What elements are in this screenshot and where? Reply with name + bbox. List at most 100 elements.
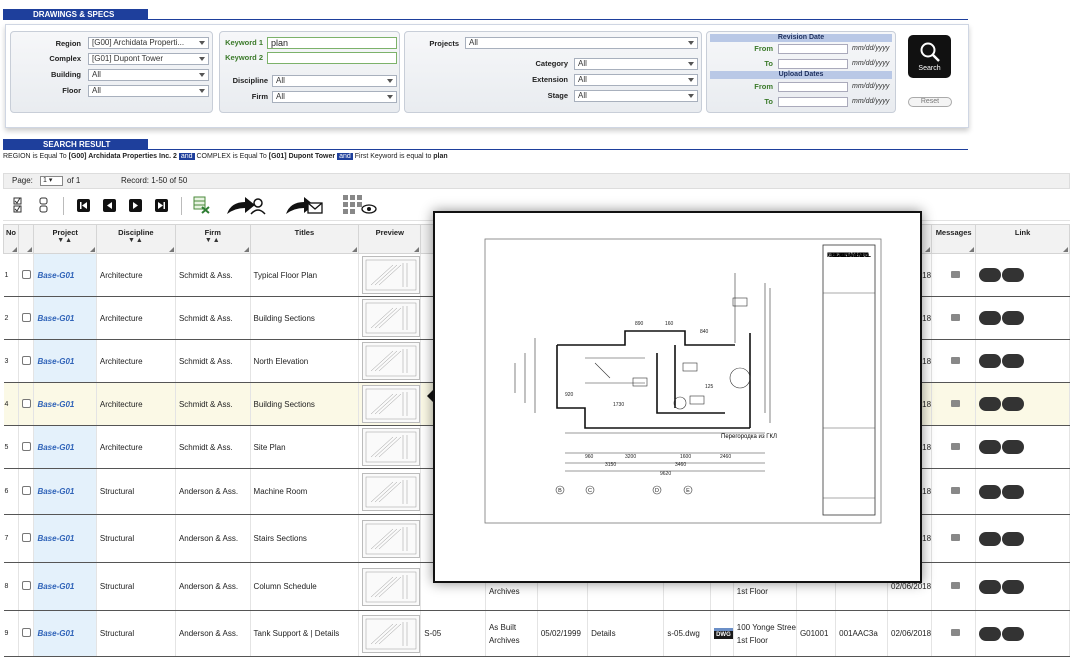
col-firm[interactable]: Firm ▼▲ <box>174 224 251 254</box>
projects-select[interactable]: All <box>465 37 698 49</box>
revision-from-input[interactable] <box>778 44 848 54</box>
project-link[interactable]: Base-G01 <box>33 610 97 657</box>
title-cell: Site Plan <box>250 425 360 469</box>
reset-button[interactable]: Reset <box>908 97 952 107</box>
project-link[interactable]: Base-G01 <box>33 253 97 297</box>
link-buttons[interactable] <box>975 468 1070 515</box>
check-all-icon[interactable] <box>13 197 23 213</box>
preview-thumbnail[interactable] <box>358 339 422 383</box>
project-link[interactable]: Base-G01 <box>33 425 97 469</box>
upload-date-cell: 02/06/2018 <box>887 610 933 657</box>
preview-thumbnail[interactable] <box>358 296 422 340</box>
col-project[interactable]: Project ▼▲ <box>33 224 97 254</box>
message-icon[interactable] <box>931 468 977 515</box>
page-label: Page: <box>12 176 33 185</box>
link-buttons[interactable] <box>975 382 1070 426</box>
chevron-down-icon <box>199 89 205 93</box>
col-titles[interactable]: Titles <box>249 224 360 254</box>
link-buttons[interactable] <box>975 562 1070 611</box>
building-select[interactable]: All <box>88 69 209 81</box>
message-icon[interactable] <box>931 339 977 383</box>
row-checkbox[interactable] <box>18 562 35 611</box>
next-page-icon[interactable] <box>129 199 142 212</box>
firm-cell: Anderson & Ass. <box>175 468 251 515</box>
link-buttons[interactable] <box>975 339 1070 383</box>
last-page-icon[interactable] <box>155 199 168 212</box>
row-checkbox[interactable] <box>18 296 35 340</box>
message-icon[interactable] <box>931 296 977 340</box>
previous-page-icon[interactable] <box>103 199 116 212</box>
dwg-file-icon[interactable]: DWG <box>710 610 734 657</box>
page-select[interactable]: 1 ▾ <box>40 176 63 186</box>
message-icon[interactable] <box>931 253 977 297</box>
keyword1-input[interactable]: plan <box>267 37 397 49</box>
row-checkbox[interactable] <box>18 382 35 426</box>
chevron-down-icon <box>688 94 694 98</box>
upload-to-input[interactable] <box>778 97 848 107</box>
pager-bar: Page: 1 ▾ of 1 Record: 1-50 of 50 <box>3 173 1070 189</box>
col-preview[interactable]: Preview <box>358 224 422 254</box>
share-users-icon[interactable] <box>225 194 267 216</box>
row-checkbox[interactable] <box>18 610 35 657</box>
export-excel-icon[interactable] <box>193 196 211 214</box>
preview-thumbnail[interactable] <box>358 253 422 297</box>
link-buttons[interactable] <box>975 610 1070 657</box>
preview-thumbnail[interactable] <box>358 514 422 563</box>
category-select[interactable]: All <box>574 58 698 70</box>
upload-from-input[interactable] <box>778 82 848 92</box>
message-icon[interactable] <box>931 610 977 657</box>
preview-thumbnail[interactable] <box>358 425 422 469</box>
floor-select[interactable]: All <box>88 85 209 97</box>
project-link[interactable]: Base-G01 <box>33 339 97 383</box>
col-discipline[interactable]: Discipline ▼▲ <box>95 224 176 254</box>
complex-select[interactable]: [G01] Dupont Tower <box>88 53 209 65</box>
title-cell: Tank Support & | Details <box>250 610 360 657</box>
uncheck-all-icon[interactable] <box>39 197 49 213</box>
col-link[interactable]: Link <box>975 224 1070 254</box>
project-link[interactable]: Base-G01 <box>33 468 97 515</box>
message-icon[interactable] <box>931 514 977 563</box>
firm-select[interactable]: All <box>272 91 397 103</box>
stage-value: Archives <box>488 635 520 645</box>
table-row[interactable]: 9 Base-G01 Structural Anderson & Ass. Tank S… <box>3 610 1070 657</box>
region-select[interactable]: [G00] Archidata Properti... <box>88 37 209 49</box>
project-link[interactable]: Base-G01 <box>33 382 97 426</box>
details-list-icon <box>1002 484 1025 499</box>
stage-select[interactable]: All <box>574 90 698 102</box>
criteria-value: [G01] Dupont Tower <box>268 153 336 160</box>
extension-select[interactable]: All <box>574 74 698 86</box>
project-link[interactable]: Base-G01 <box>33 514 97 563</box>
discipline-select[interactable]: All <box>272 75 397 87</box>
link-buttons[interactable] <box>975 514 1070 563</box>
preview-thumbnail[interactable] <box>358 610 422 657</box>
col-no[interactable]: No <box>3 224 19 254</box>
keyword2-input[interactable] <box>267 52 397 64</box>
message-icon[interactable] <box>931 562 977 611</box>
first-page-icon[interactable] <box>77 199 90 212</box>
col-messages[interactable]: Messages <box>931 224 977 254</box>
file-name-cell[interactable]: s-05.dwg <box>663 610 712 657</box>
email-forward-icon[interactable] <box>284 194 324 216</box>
preview-thumbnail[interactable] <box>358 468 422 515</box>
project-link[interactable]: Base-G01 <box>33 562 97 611</box>
link-buttons[interactable] <box>975 425 1070 469</box>
chevron-down-icon <box>199 73 205 77</box>
revision-to-input[interactable] <box>778 59 848 69</box>
row-checkbox[interactable] <box>18 253 35 297</box>
row-number: 8 <box>3 562 19 611</box>
preview-thumbnail[interactable] <box>358 562 422 611</box>
message-icon[interactable] <box>931 382 977 426</box>
search-button[interactable]: Search <box>908 35 951 78</box>
link-buttons[interactable] <box>975 253 1070 297</box>
upload-from-label: From <box>754 82 773 91</box>
preview-thumbnail[interactable] <box>358 382 422 426</box>
row-checkbox[interactable] <box>18 339 35 383</box>
grid-view-icon[interactable] <box>343 195 377 217</box>
row-checkbox[interactable] <box>18 425 35 469</box>
project-link[interactable]: Base-G01 <box>33 296 97 340</box>
message-icon[interactable] <box>931 425 977 469</box>
open-file-icon <box>979 354 1002 368</box>
row-checkbox[interactable] <box>18 514 35 563</box>
row-checkbox[interactable] <box>18 468 35 515</box>
link-buttons[interactable] <box>975 296 1070 340</box>
